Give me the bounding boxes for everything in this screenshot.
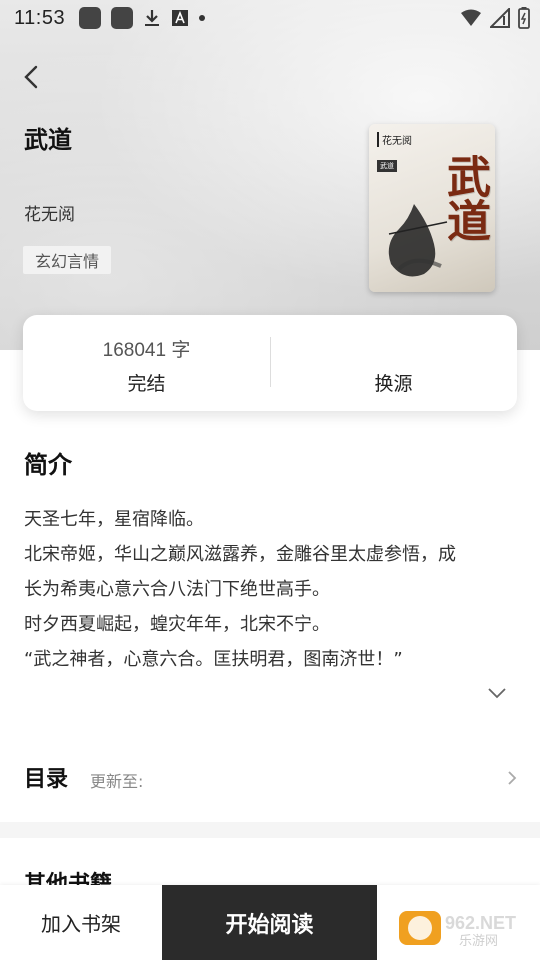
add-to-shelf-button[interactable]: 加入书架 [0, 885, 162, 960]
word-count-section: 168041 字 完结 [23, 315, 270, 411]
word-count: 168041 字 [102, 340, 191, 361]
book-cover[interactable]: 花无阅 武道 武道 [369, 124, 495, 292]
completion-status: 完结 [127, 373, 166, 395]
genre-tag[interactable]: 玄幻言情 [23, 246, 112, 274]
cover-author-text: 花无阅 [377, 132, 412, 147]
chevron-right-icon [508, 771, 517, 785]
watermark-logo: 962.NET 乐游网 [399, 911, 516, 949]
cover-title-calligraphy: 武道 [439, 154, 490, 242]
chevron-down-icon[interactable] [486, 684, 508, 702]
book-author[interactable]: 花无阅 [24, 200, 75, 225]
section-separator [0, 822, 540, 838]
watermark-text-top: 962.NET [445, 913, 516, 933]
font-icon [172, 10, 189, 26]
toc-update-label: 更新至: [90, 772, 144, 791]
cover-small-tag: 武道 [377, 160, 397, 172]
intro-text: 天圣七年，星宿降临。 北宋帝姬，华山之巅风滋露养，金雕谷里太虚参悟，成 长为希夷… [24, 502, 516, 677]
battery-icon [518, 7, 530, 29]
more-notifications-dot [199, 15, 206, 21]
download-icon [145, 10, 160, 26]
bottom-action-bar: 加入书架 开始阅读 962.NET 乐游网 [0, 885, 540, 960]
start-reading-button[interactable]: 开始阅读 [162, 885, 377, 960]
chevron-left-icon [24, 65, 38, 89]
intro-heading: 简介 [24, 451, 72, 479]
signal-icon [490, 8, 510, 28]
back-button[interactable] [14, 60, 48, 94]
book-title: 武道 [24, 126, 72, 154]
intro-line: 长为希夷心意六合八法门下绝世高手。 [24, 579, 330, 600]
toc-row[interactable]: 目录 更新至: [0, 745, 540, 811]
intro-line: 北宋帝姬，华山之巅风滋露养，金雕谷里太虚参悟，成 [24, 544, 456, 565]
app-notification-icon [79, 7, 102, 29]
intro-line: 时夕西夏崛起，蝗灾年年，北宋不宁。 [24, 614, 330, 635]
change-source-button[interactable]: 换源 [270, 315, 517, 411]
system-icons [460, 7, 530, 29]
app-notification-icon [111, 7, 134, 29]
intro-line: “武之神者，心意六合。匡扶明君，图南济世！” [24, 649, 403, 670]
wifi-icon [461, 9, 481, 26]
status-bar: 11:53 [0, 0, 540, 36]
toc-heading: 目录 [24, 767, 69, 792]
stats-card: 168041 字 完结 换源 [23, 315, 517, 411]
change-source-label: 换源 [374, 373, 413, 395]
status-time: 11:53 [14, 6, 66, 29]
notification-icons [79, 7, 206, 29]
watermark-text-bottom: 乐游网 [459, 934, 498, 949]
intro-line: 天圣七年，星宿降临。 [24, 509, 204, 530]
bottom-right-slot: 962.NET 乐游网 [377, 885, 540, 960]
